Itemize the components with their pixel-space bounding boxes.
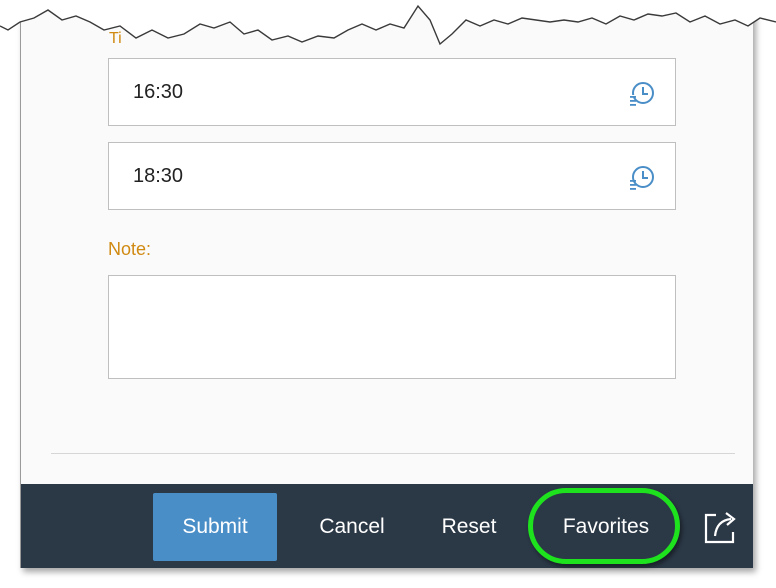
divider xyxy=(51,453,735,454)
favorites-button[interactable]: Favorites xyxy=(541,493,671,561)
start-time-value: 16:30 xyxy=(133,81,184,103)
submit-button[interactable]: Submit xyxy=(153,493,277,561)
form-panel: Ti 16:30 18:30 Note: Submit Cancel Reset… xyxy=(20,0,753,568)
start-time-input[interactable]: 16:30 xyxy=(108,58,676,126)
end-time-input[interactable]: 18:30 xyxy=(108,142,676,210)
note-label: Note: xyxy=(108,239,152,259)
share-icon[interactable] xyxy=(699,506,741,548)
note-textarea[interactable] xyxy=(108,275,676,379)
end-time-value: 18:30 xyxy=(133,165,184,187)
torn-paper-edge xyxy=(0,0,776,46)
time-picker-icon[interactable] xyxy=(625,78,657,110)
footer-toolbar: Submit Cancel Reset Favorites xyxy=(21,484,753,568)
cancel-button[interactable]: Cancel xyxy=(297,493,407,561)
time-picker-icon[interactable] xyxy=(625,162,657,194)
reset-button[interactable]: Reset xyxy=(425,493,513,561)
